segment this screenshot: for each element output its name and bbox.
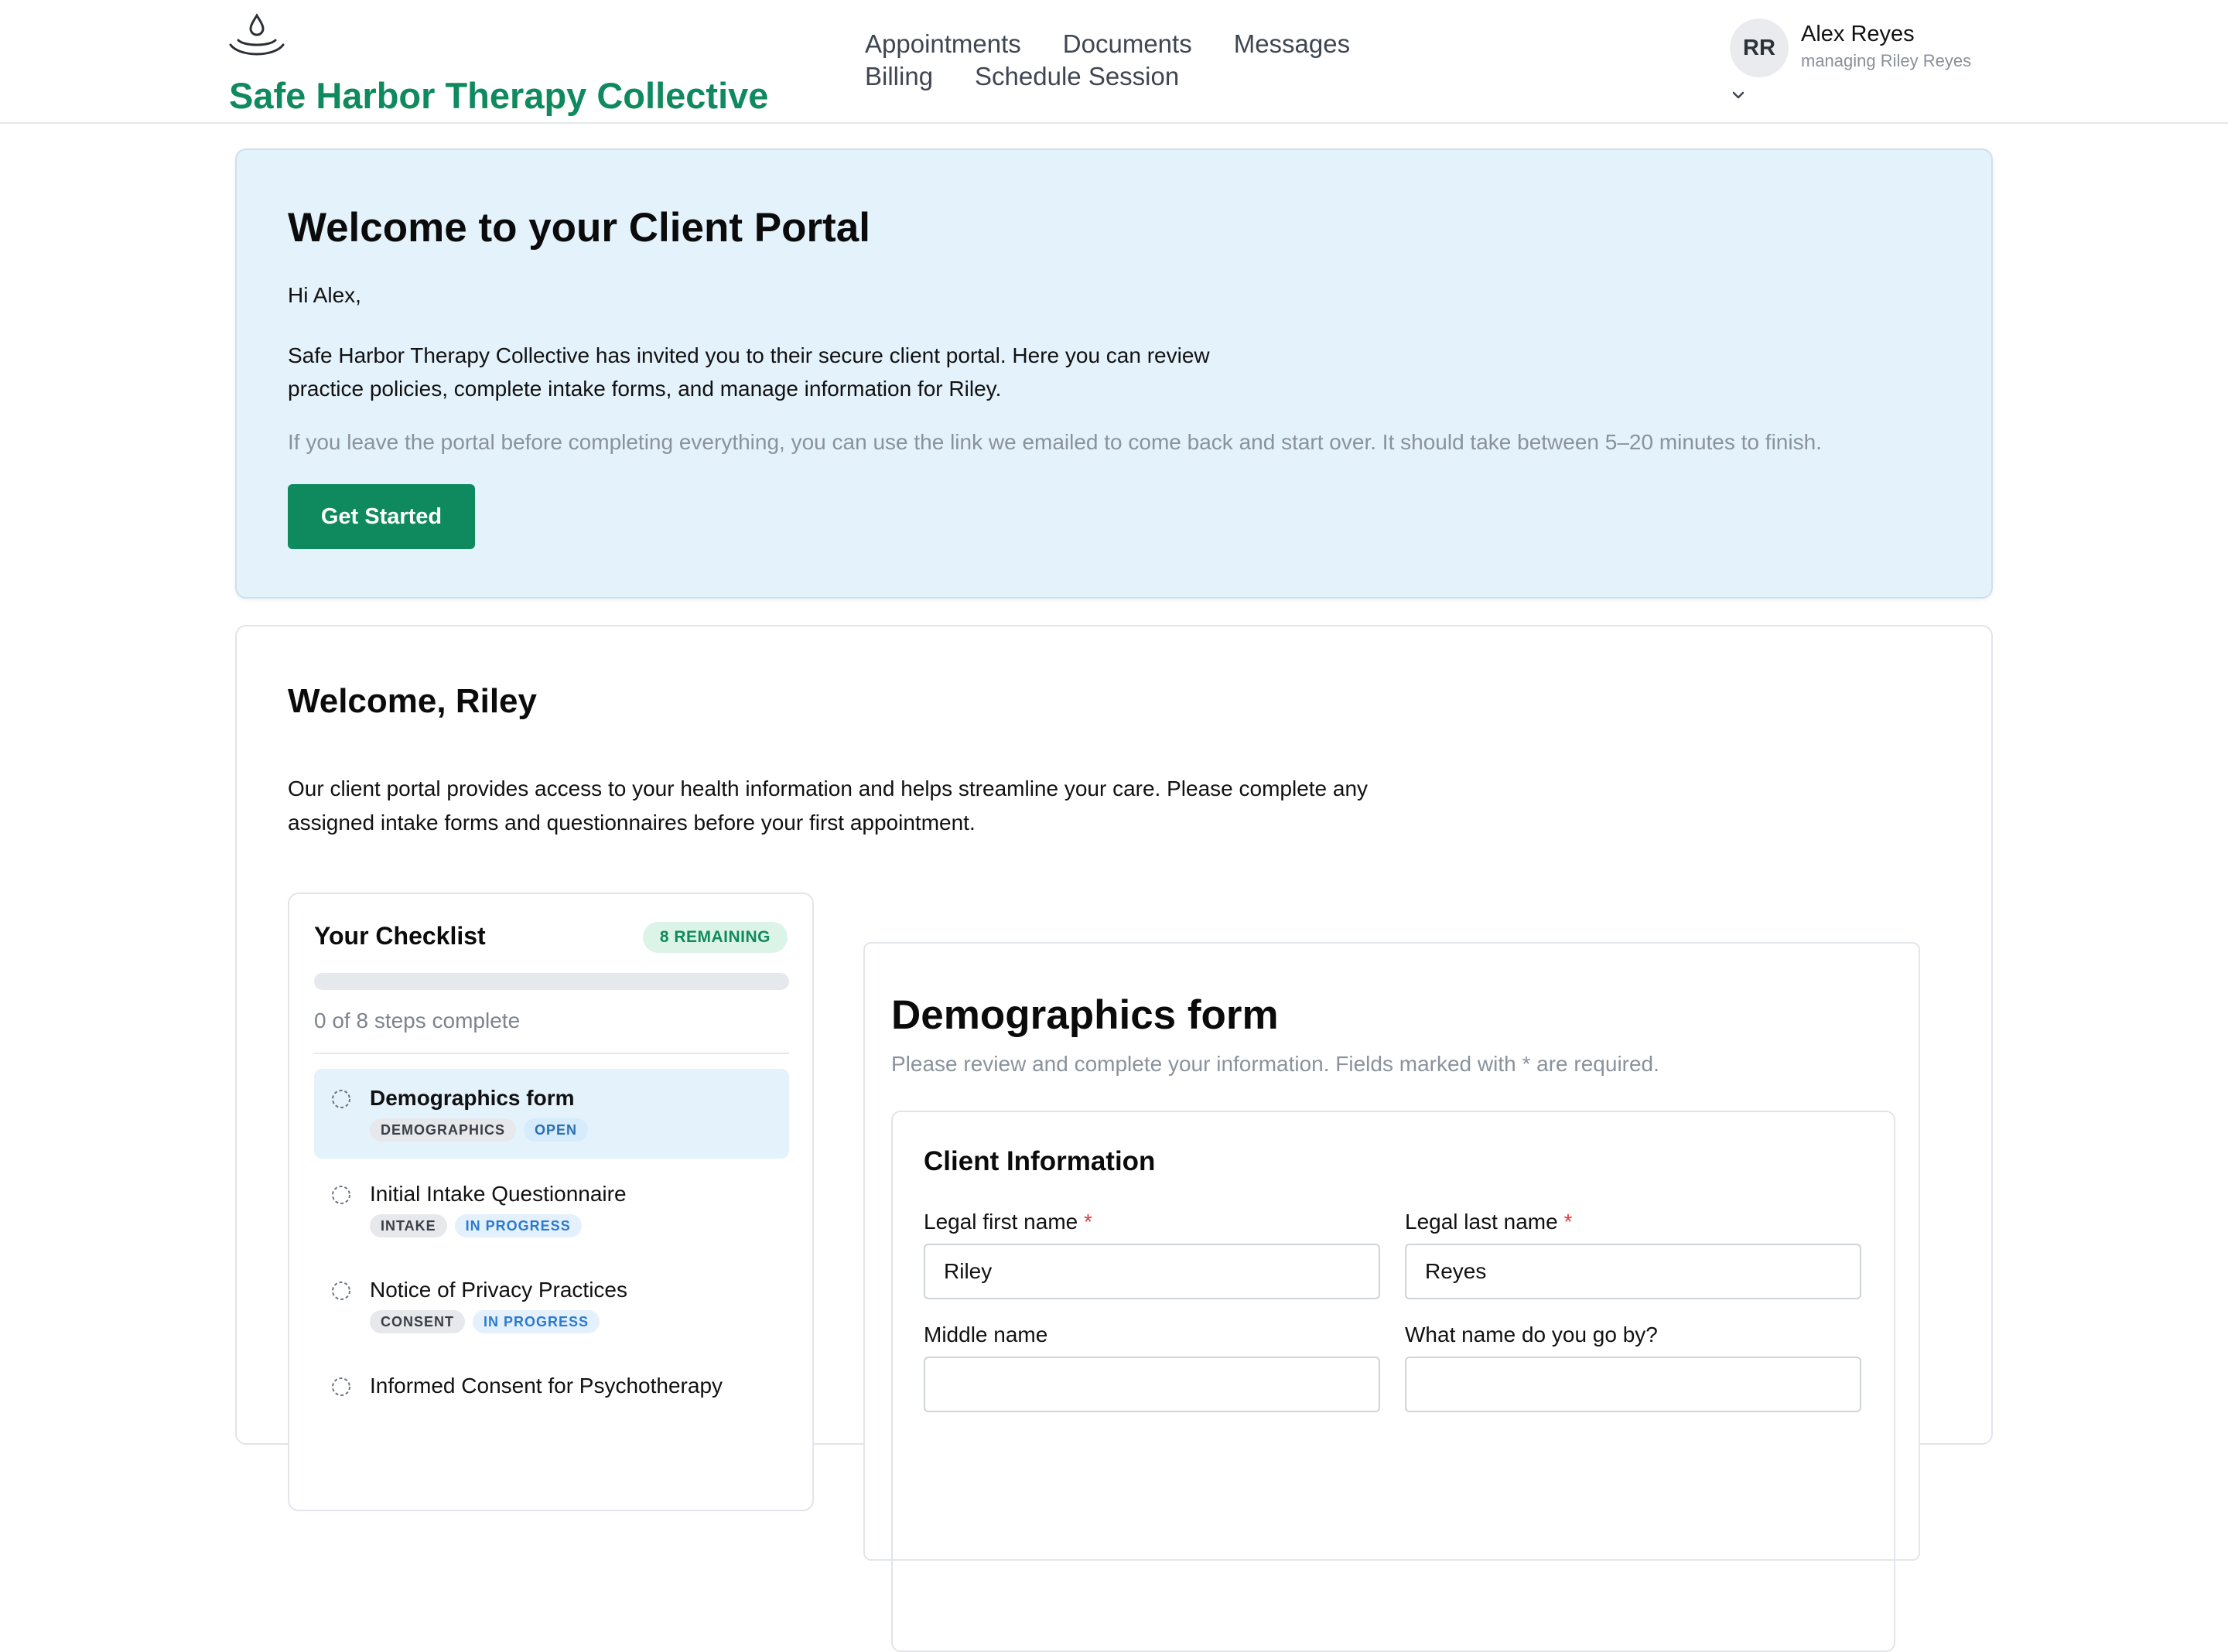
demographics-form-panel: Demographics form Please review and comp… <box>863 942 1920 1652</box>
first-name-label: Legal first name * <box>924 1210 1092 1234</box>
category-tag: INTAKE <box>370 1214 447 1237</box>
checklist-item-label: Notice of Privacy Practices <box>370 1278 627 1302</box>
water-drop-logo-icon <box>229 13 285 56</box>
middle-name-input[interactable] <box>924 1357 1380 1412</box>
main-title: Welcome, Riley <box>288 682 537 720</box>
welcome-note: If you leave the portal before completin… <box>288 430 1822 454</box>
checklist-progress-bar <box>314 973 789 990</box>
dashed-circle-icon <box>332 1090 350 1108</box>
user-managing-subtitle: managing Riley Reyes <box>1801 51 1972 70</box>
checklist-title: Your Checklist <box>314 922 486 950</box>
main-nav: Appointments Documents Messages Billing Sche… <box>865 28 1499 93</box>
status-badge: OPEN <box>524 1118 589 1142</box>
avatar: RR <box>1730 19 1789 77</box>
last-name-field: Legal last name * <box>1405 1210 1861 1299</box>
nav-billing[interactable]: Billing <box>865 60 933 93</box>
checklist-item-label: Informed Consent for Psychotherapy <box>370 1374 723 1398</box>
nav-messages[interactable]: Messages <box>1234 28 1350 60</box>
welcome-greeting: Hi Alex, <box>288 283 361 307</box>
divider <box>314 1053 789 1054</box>
category-tag: DEMOGRAPHICS <box>370 1118 517 1142</box>
user-name: Alex Reyes <box>1801 22 1915 46</box>
welcome-body: Safe Harbor Therapy Collective has invit… <box>288 343 1210 401</box>
chevron-down-icon[interactable] <box>1730 87 1747 104</box>
last-name-label: Legal last name * <box>1405 1210 1573 1234</box>
middle-name-field: Middle name <box>924 1323 1380 1412</box>
main-card: Welcome, Riley Our client portal provide… <box>235 625 1993 1652</box>
remaining-badge: 8 REMAINING <box>642 922 788 953</box>
last-name-input[interactable] <box>1405 1244 1861 1299</box>
form-subtitle: Please review and complete your informat… <box>891 1052 1659 1076</box>
checklist-panel: Your Checklist 8 REMAINING 0 of 8 steps … <box>288 893 814 1511</box>
section-title: Client Information <box>924 1146 1156 1176</box>
middle-name-label: Middle name <box>924 1323 1048 1347</box>
checklist-item-label: Initial Intake Questionnaire <box>370 1182 627 1206</box>
checklist-items: Demographics form DEMOGRAPHICS OPEN Initi… <box>314 1069 789 1452</box>
nav-schedule-session[interactable]: Schedule Session <box>975 60 1179 93</box>
checklist-item-intake[interactable]: Initial Intake Questionnaire INTAKE IN PR… <box>314 1165 789 1254</box>
client-information-section: Client Information Legal first name * Le… <box>891 1111 1895 1652</box>
nav-documents[interactable]: Documents <box>1063 28 1192 60</box>
first-name-field: Legal first name * <box>924 1210 1380 1299</box>
dashed-circle-icon <box>332 1186 350 1204</box>
brand-name[interactable]: Safe Harbor Therapy Collective <box>229 74 768 117</box>
nav-appointments[interactable]: Appointments <box>865 28 1021 60</box>
welcome-title: Welcome to your Client Portal <box>288 205 870 251</box>
checklist-item-informed-consent[interactable]: Informed Consent for Psychotherapy <box>314 1357 789 1446</box>
get-started-button[interactable]: Get Started <box>288 484 475 549</box>
checklist-item-privacy[interactable]: Notice of Privacy Practices CONSENT IN PR… <box>314 1261 789 1350</box>
required-asterisk: * <box>1563 1210 1573 1234</box>
main-body: Our client portal provides access to you… <box>288 777 1369 835</box>
status-badge: IN PROGRESS <box>473 1310 600 1333</box>
checklist-item-demographics[interactable]: Demographics form DEMOGRAPHICS OPEN <box>314 1069 789 1159</box>
preferred-name-input[interactable] <box>1405 1357 1861 1412</box>
category-tag: CONSENT <box>370 1310 466 1333</box>
required-asterisk: * <box>1084 1210 1092 1234</box>
welcome-card: Welcome to your Client Portal Hi Alex, S… <box>235 148 1993 599</box>
top-header: Safe Harbor Therapy Collective Appointme… <box>0 0 2228 124</box>
checklist-count: 0 of 8 steps complete <box>314 1009 521 1032</box>
dashed-circle-icon <box>332 1282 350 1300</box>
preferred-name-field: What name do you go by? <box>1405 1323 1861 1412</box>
dashed-circle-icon <box>332 1377 350 1396</box>
user-menu[interactable]: RR Alex Reyes managing Riley Reyes <box>1730 17 2024 110</box>
status-badge: IN PROGRESS <box>454 1214 582 1237</box>
preferred-name-label: What name do you go by? <box>1405 1323 1658 1347</box>
checklist-item-label: Demographics form <box>370 1086 575 1110</box>
first-name-input[interactable] <box>924 1244 1380 1299</box>
form-title: Demographics form <box>891 992 1279 1038</box>
